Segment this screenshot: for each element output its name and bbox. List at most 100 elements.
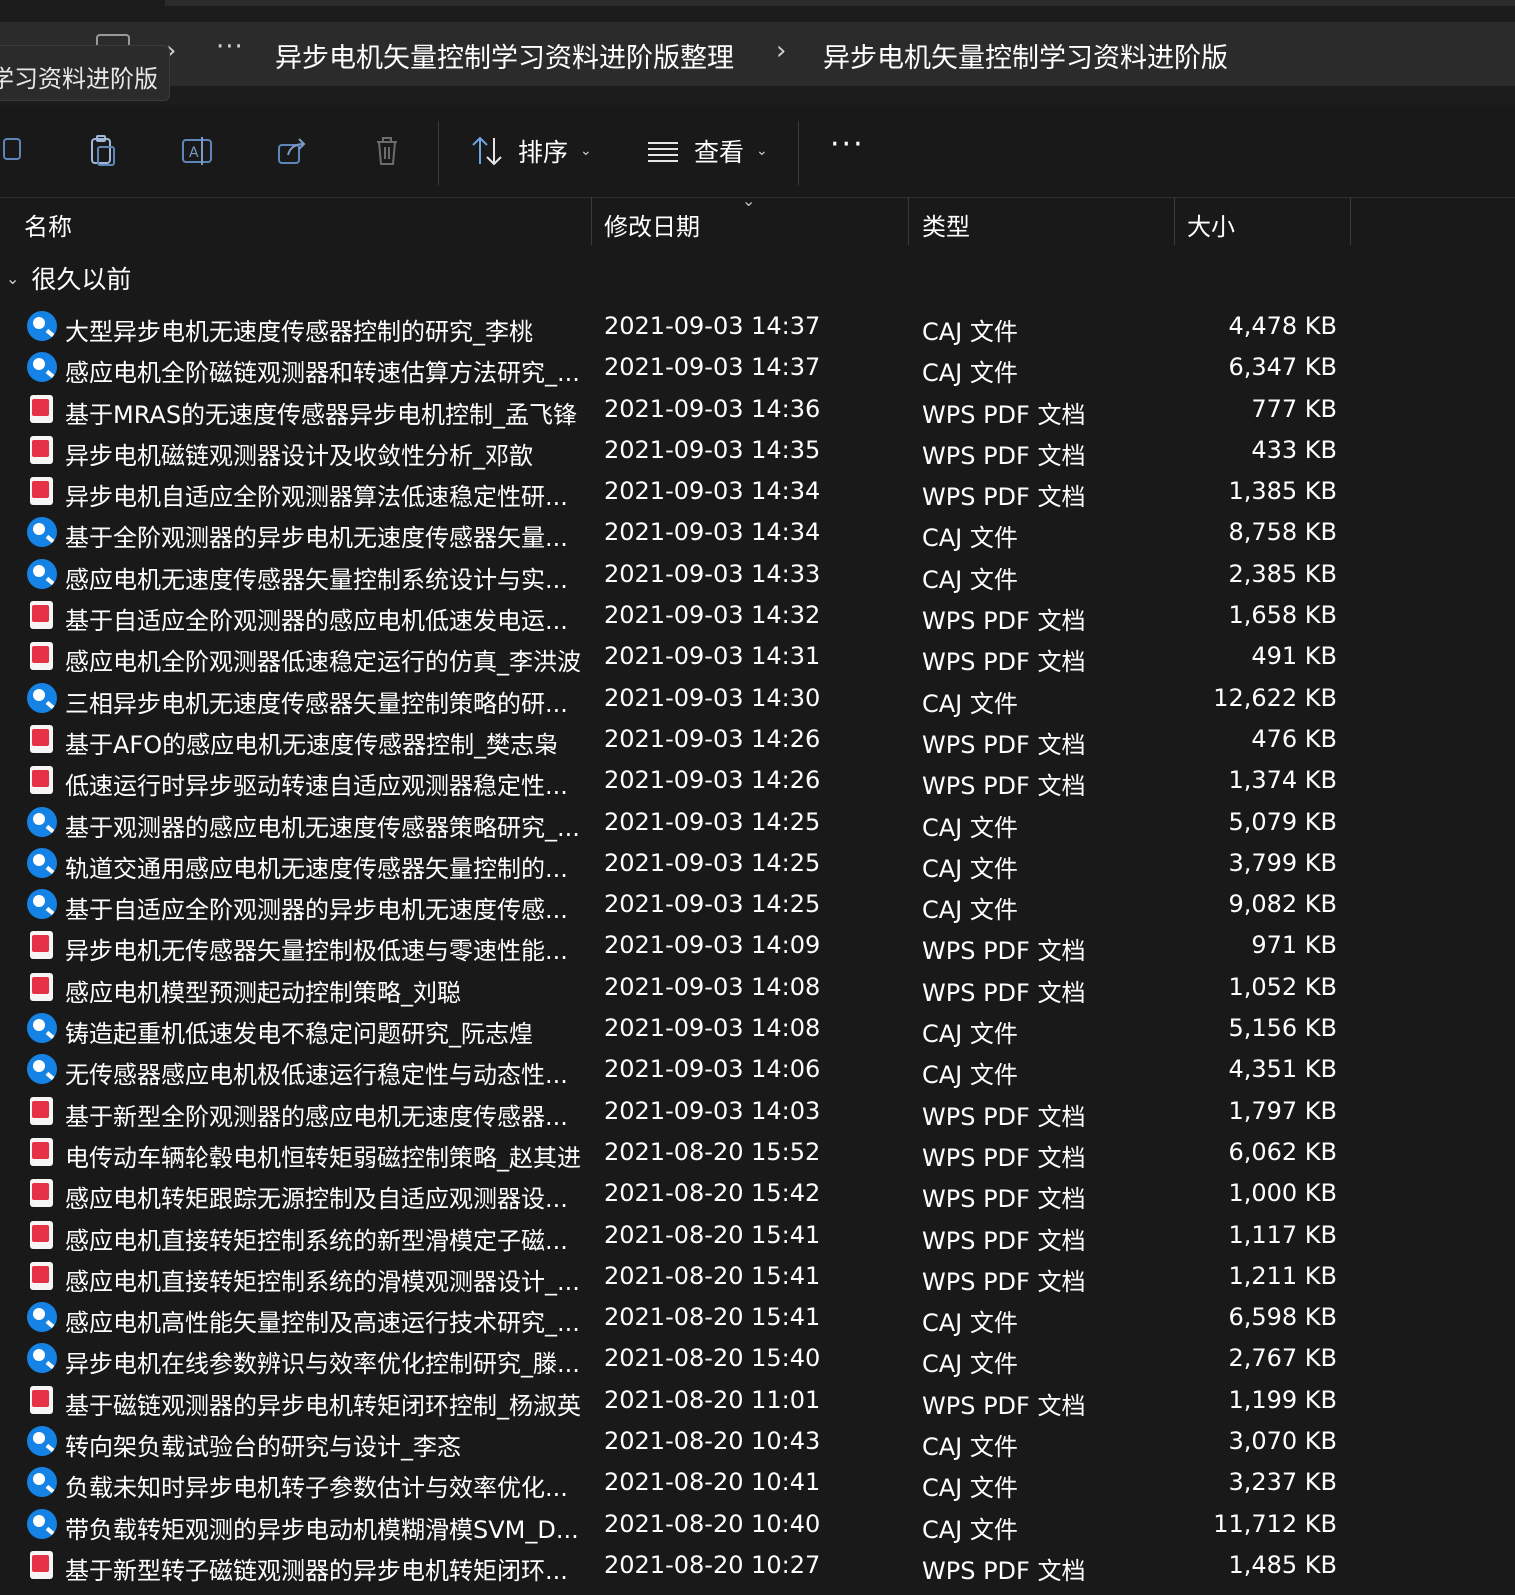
- file-row[interactable]: 基于新型全阶观测器的感应电机无速度传感器... 2021-09-03 14:03 W…: [0, 1091, 1515, 1132]
- caj-file-icon: [27, 1013, 57, 1044]
- file-row[interactable]: 感应电机全阶磁链观测器和转速估算方法研究_... 2021-09-03 14:37…: [0, 347, 1515, 388]
- file-row[interactable]: 感应电机全阶观测器低速稳定运行的仿真_李洪波 2021-09-03 14:31 WP…: [0, 636, 1515, 677]
- caj-logo-icon: [27, 847, 57, 878]
- file-row[interactable]: 感应电机直接转矩控制系统的滑模观测器设计_... 2021-08-20 15:41…: [0, 1256, 1515, 1297]
- file-row[interactable]: 大型异步电机无速度传感器控制的研究_李桃 2021-09-03 14:37 CAJ …: [0, 306, 1515, 347]
- wps-pdf-logo-icon: [30, 1096, 53, 1125]
- file-row[interactable]: 带负载转矩观测的异步电动机模糊滑模SVM_D... 2021-08-20 10:4…: [0, 1504, 1515, 1545]
- column-header-type[interactable]: 类型: [922, 207, 970, 242]
- file-name: 大型异步电机无速度传感器控制的研究_李桃: [65, 318, 533, 346]
- paste-icon[interactable]: [86, 133, 122, 169]
- column-resize-handle[interactable]: [1350, 197, 1351, 245]
- column-header-row: 名称 ⌄ 修改日期 类型 大小: [0, 191, 1515, 247]
- pdf-file-icon: [27, 476, 57, 506]
- file-type: WPS PDF 文档: [922, 607, 1086, 636]
- file-row[interactable]: 异步电机自适应全阶观测器算法低速稳定性研... 2021-09-03 14:34 W…: [0, 471, 1515, 512]
- caj-file-icon: [27, 1302, 57, 1333]
- file-type: CAJ 文件: [922, 1350, 1018, 1379]
- file-type: WPS PDF 文档: [922, 1391, 1086, 1420]
- chevron-right-icon[interactable]: ›: [776, 36, 786, 66]
- file-row[interactable]: 负载未知时异步电机转子参数估计与效率优化... 2021-08-20 10:41 C…: [0, 1462, 1515, 1503]
- share-icon[interactable]: [274, 133, 310, 169]
- rename-icon[interactable]: A: [180, 133, 216, 169]
- file-row[interactable]: 基于自适应全阶观测器的异步电机无速度传感... 2021-09-03 14:25 C…: [0, 884, 1515, 925]
- file-size: 9,082 KB: [1228, 890, 1337, 919]
- file-row[interactable]: 基于磁链观测器的异步电机转矩闭环控制_杨淑英 2021-08-20 11:01 WP…: [0, 1380, 1515, 1421]
- file-modified-date: 2021-08-20 11:01: [604, 1385, 821, 1414]
- file-modified-date: 2021-09-03 14:06: [604, 1055, 821, 1084]
- column-header-modified[interactable]: 修改日期: [604, 207, 700, 242]
- caj-logo-icon: [27, 1508, 57, 1539]
- column-header-size[interactable]: 大小: [1187, 207, 1235, 242]
- group-label: 很久以前: [31, 265, 132, 294]
- command-bar: A 排序 ⌄ 查看 ⌄ ···: [0, 105, 1515, 198]
- file-name: 带负载转矩观测的异步电动机模糊滑模SVM_D...: [65, 1515, 579, 1544]
- file-row[interactable]: 无传感器感应电机极低速运行稳定性与动态性... 2021-09-03 14:06 C…: [0, 1049, 1515, 1090]
- file-row[interactable]: 感应电机高性能矢量控制及高速运行技术研究_... 2021-08-20 15:41…: [0, 1297, 1515, 1338]
- file-type: CAJ 文件: [922, 1061, 1018, 1090]
- sort-button[interactable]: 排序 ⌄: [470, 131, 592, 171]
- file-row[interactable]: 感应电机无速度传感器矢量控制系统设计与实... 2021-09-03 14:33 C…: [0, 554, 1515, 595]
- file-row[interactable]: 感应电机模型预测起动控制策略_刘聪 2021-09-03 14:08 WPS PDF…: [0, 967, 1515, 1008]
- file-modified-date: 2021-09-03 14:37: [604, 312, 821, 340]
- file-modified-date: 2021-08-20 10:41: [604, 1468, 821, 1497]
- file-row[interactable]: 异步电机无传感器矢量控制极低速与零速性能... 2021-09-03 14:09 W…: [0, 925, 1515, 966]
- group-header[interactable]: ⌄ 很久以前: [0, 258, 131, 298]
- file-row[interactable]: 感应电机转矩跟踪无源控制及自适应观测器设... 2021-08-20 15:42 W…: [0, 1173, 1515, 1214]
- file-name: 异步电机自适应全阶观测器算法低速稳定性研...: [65, 483, 568, 512]
- file-modified-date: 2021-08-20 15:42: [604, 1179, 821, 1208]
- file-row[interactable]: 基于AFO的感应电机无速度传感器控制_樊志枭 2021-09-03 14:26 WP…: [0, 719, 1515, 760]
- file-name: 基于自适应全阶观测器的异步电机无速度传感...: [65, 896, 568, 925]
- file-modified-date: 2021-09-03 14:37: [604, 353, 821, 382]
- more-options-button[interactable]: ···: [830, 127, 865, 162]
- file-row[interactable]: 铸造起重机低速发电不稳定问题研究_阮志煌 2021-09-03 14:08 CAJ …: [0, 1008, 1515, 1049]
- file-row[interactable]: 基于自适应全阶观测器的感应电机低速发电运... 2021-09-03 14:32 W…: [0, 595, 1515, 636]
- caj-file-icon: [27, 1508, 57, 1539]
- file-row[interactable]: 三相异步电机无速度传感器矢量控制策略的研... 2021-09-03 14:30 C…: [0, 678, 1515, 719]
- column-resize-handle[interactable]: [591, 197, 592, 245]
- chevron-down-icon: ⌄: [580, 143, 592, 159]
- file-row[interactable]: 基于MRAS的无速度传感器异步电机控制_孟飞锋 2021-09-03 14:36 W…: [0, 389, 1515, 430]
- file-row[interactable]: 基于新型转子磁链观测器的异步电机转矩闭环... 2021-08-20 10:27 W…: [0, 1545, 1515, 1586]
- file-row[interactable]: 低速运行时异步驱动转速自适应观测器稳定性... 2021-09-03 14:26 W…: [0, 760, 1515, 801]
- breadcrumb-more-button[interactable]: ···: [216, 32, 244, 62]
- breadcrumb-item-parent[interactable]: 异步电机矢量控制学习资料进阶版整理: [275, 36, 734, 75]
- pdf-file-icon: [27, 394, 57, 424]
- column-resize-handle[interactable]: [908, 197, 909, 245]
- file-size: 1,797 KB: [1228, 1096, 1337, 1125]
- wps-pdf-logo-icon: [30, 766, 53, 795]
- delete-icon[interactable]: [369, 133, 405, 169]
- file-type: WPS PDF 文档: [922, 1226, 1086, 1255]
- breadcrumb-item-current[interactable]: 异步电机矢量控制学习资料进阶版: [823, 36, 1228, 75]
- file-name: 异步电机在线参数辨识与效率优化控制研究_滕...: [65, 1350, 580, 1379]
- view-button[interactable]: 查看 ⌄: [646, 131, 768, 171]
- file-modified-date: 2021-09-03 14:32: [604, 601, 821, 630]
- file-row[interactable]: 感应电机直接转矩控制系统的新型滑模定子磁... 2021-08-20 15:41 W…: [0, 1215, 1515, 1256]
- column-resize-handle[interactable]: [1174, 197, 1175, 245]
- file-type: CAJ 文件: [922, 1020, 1018, 1049]
- column-header-name[interactable]: 名称: [24, 207, 72, 242]
- sort-icon: [472, 136, 502, 166]
- file-row[interactable]: 转向架负载试验台的研究与设计_李忞 2021-08-20 10:43 CAJ 文件 3…: [0, 1421, 1515, 1462]
- pdf-file-icon: [27, 972, 57, 1002]
- address-bar[interactable]: › ··· 异步电机矢量控制学习资料进阶版整理 › 异步电机矢量控制学习资料进阶…: [0, 22, 1515, 86]
- file-name: 感应电机转矩跟踪无源控制及自适应观测器设...: [65, 1185, 568, 1214]
- file-row[interactable]: 异步电机磁链观测器设计及收敛性分析_邓歆 2021-09-03 14:35 WPS …: [0, 430, 1515, 471]
- file-type: CAJ 文件: [922, 1474, 1018, 1503]
- file-row[interactable]: 异步电机在线参数辨识与效率优化控制研究_滕... 2021-08-20 15:40…: [0, 1338, 1515, 1379]
- file-name: 基于磁链观测器的异步电机转矩闭环控制_杨淑英: [65, 1391, 581, 1420]
- chevron-down-icon[interactable]: ⌄: [6, 269, 19, 288]
- copy-icon[interactable]: [0, 133, 30, 169]
- tab-current[interactable]: 学习资料进阶版: [0, 45, 170, 101]
- file-row[interactable]: 基于全阶观测器的异步电机无速度传感器矢量... 2021-09-03 14:34 C…: [0, 512, 1515, 553]
- file-modified-date: 2021-09-03 14:34: [604, 477, 821, 506]
- file-row[interactable]: 基于观测器的感应电机无速度传感器策略研究_... 2021-09-03 14:25…: [0, 802, 1515, 843]
- file-name: 基于自适应全阶观测器的感应电机低速发电运...: [65, 607, 568, 636]
- file-row[interactable]: 电传动车辆轮毂电机恒转矩弱磁控制策略_赵其进 2021-08-20 15:52 WP…: [0, 1132, 1515, 1173]
- caj-logo-icon: [27, 517, 57, 548]
- file-name: 轨道交通用感应电机无速度传感器矢量控制的...: [65, 854, 568, 883]
- wps-pdf-logo-icon: [30, 394, 53, 423]
- file-type: WPS PDF 文档: [922, 1267, 1086, 1296]
- file-row[interactable]: 轨道交通用感应电机无速度传感器矢量控制的... 2021-09-03 14:25 C…: [0, 843, 1515, 884]
- file-size: 476 KB: [1251, 724, 1337, 753]
